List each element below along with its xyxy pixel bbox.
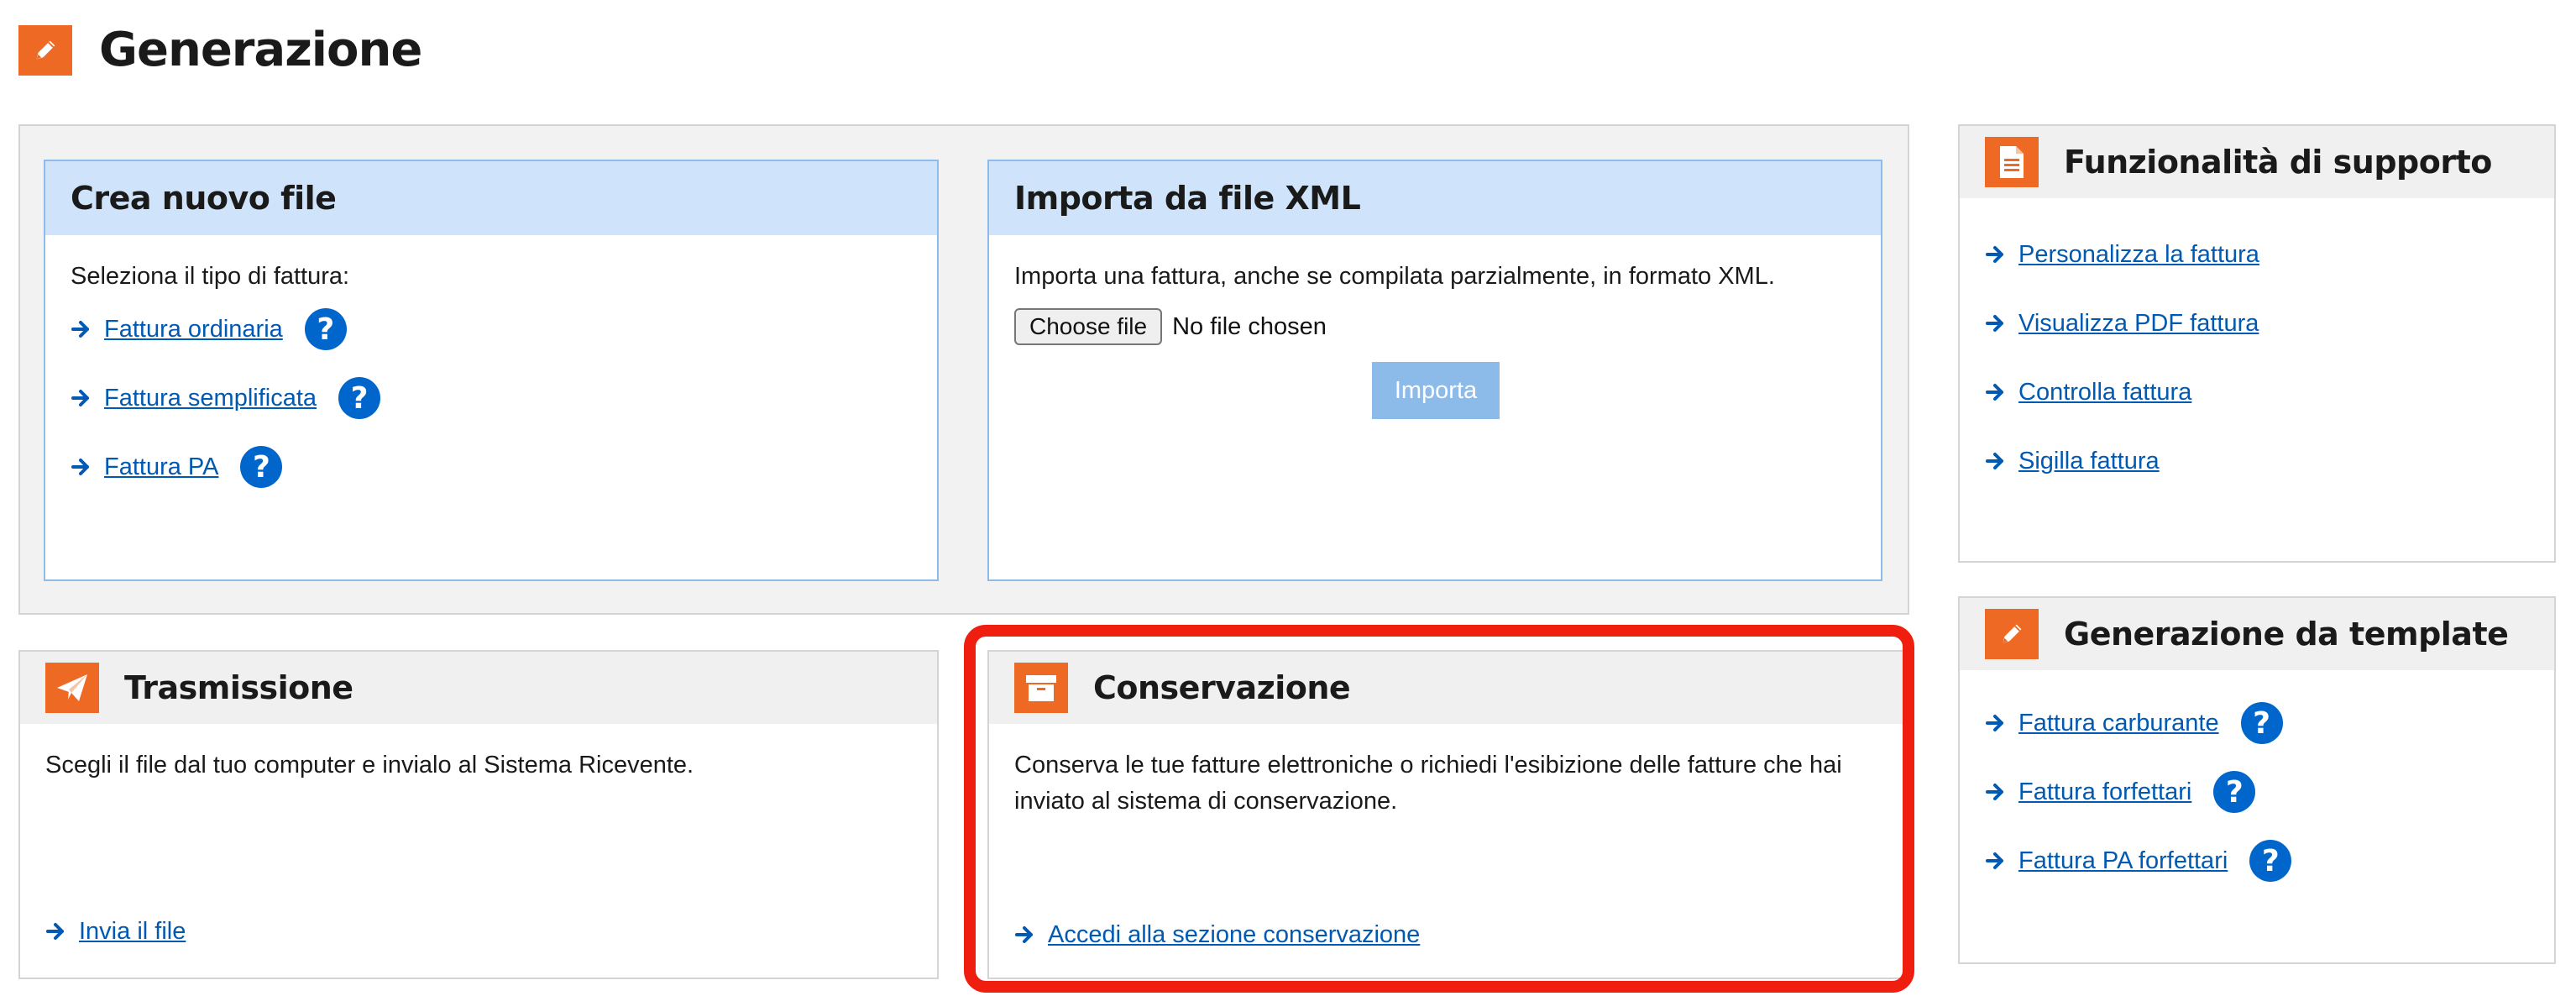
link-row-fattura-ordinaria: Fattura ordinaria ? bbox=[71, 307, 937, 352]
supporto-title: Funzionalità di supporto bbox=[2064, 144, 2492, 181]
template-panel: Generazione da template Fattura carburan… bbox=[1958, 596, 2556, 964]
link-fattura-pa[interactable]: Fattura PA bbox=[104, 453, 218, 481]
crea-panel-header: Crea nuovo file bbox=[45, 161, 937, 235]
file-status-text: No file chosen bbox=[1172, 312, 1327, 340]
pencil-icon bbox=[1985, 609, 2039, 659]
template-title: Generazione da template bbox=[2064, 616, 2509, 653]
link-fattura-semplificata[interactable]: Fattura semplificata bbox=[104, 385, 317, 412]
arrow-right-icon bbox=[1985, 450, 2007, 472]
arrow-right-icon bbox=[1985, 781, 2007, 803]
link-row-fattura-semplificata: Fattura semplificata ? bbox=[71, 375, 937, 421]
link-personalizza-fattura[interactable]: Personalizza la fattura bbox=[2018, 241, 2259, 269]
arrow-right-icon bbox=[71, 387, 92, 409]
arrow-right-icon bbox=[1985, 850, 2007, 872]
link-controlla-fattura[interactable]: Controlla fattura bbox=[2018, 379, 2191, 406]
page-title: Generazione bbox=[99, 23, 422, 77]
arrow-right-icon bbox=[1985, 381, 2007, 403]
link-row-fattura-pa: Fattura PA ? bbox=[71, 444, 937, 490]
help-icon[interactable]: ? bbox=[240, 446, 283, 488]
import-button[interactable]: Importa bbox=[1372, 362, 1500, 419]
help-icon[interactable]: ? bbox=[338, 377, 381, 419]
supporto-header: Funzionalità di supporto bbox=[1960, 126, 2554, 198]
arrow-right-icon bbox=[1985, 244, 2007, 265]
arrow-right-icon bbox=[71, 456, 92, 478]
highlight-box bbox=[964, 625, 1914, 993]
link-fattura-ordinaria[interactable]: Fattura ordinaria bbox=[104, 316, 283, 343]
import-button-wrap: Importa bbox=[1372, 362, 1881, 419]
link-row-personalizza: Personalizza la fattura bbox=[1985, 232, 2554, 277]
link-fattura-pa-forfettari[interactable]: Fattura PA forfettari bbox=[2018, 847, 2228, 875]
document-icon bbox=[1985, 137, 2039, 187]
help-icon[interactable]: ? bbox=[2249, 840, 2292, 882]
arrow-right-icon bbox=[1985, 712, 2007, 734]
help-icon[interactable]: ? bbox=[304, 308, 347, 350]
trasmissione-description: Scegli il file dal tuo computer e invial… bbox=[45, 752, 694, 778]
importa-xml-panel: Importa da file XML Importa una fattura,… bbox=[987, 160, 1882, 581]
trasmissione-title: Trasmissione bbox=[124, 669, 353, 706]
link-fattura-forfettari[interactable]: Fattura forfettari bbox=[2018, 778, 2191, 806]
link-row-controlla: Controlla fattura bbox=[1985, 370, 2554, 415]
link-row-invia-file: Invia il file bbox=[45, 909, 186, 954]
crea-nuovo-file-panel: Crea nuovo file Seleziona il tipo di fat… bbox=[44, 160, 939, 581]
help-icon[interactable]: ? bbox=[2213, 771, 2256, 813]
link-row-sigilla: Sigilla fattura bbox=[1985, 438, 2554, 484]
paper-plane-icon bbox=[45, 663, 99, 713]
link-fattura-carburante[interactable]: Fattura carburante bbox=[2018, 710, 2219, 737]
choose-file-button[interactable]: Choose file bbox=[1014, 308, 1163, 345]
link-invia-file[interactable]: Invia il file bbox=[79, 918, 186, 946]
link-row-pa-forfettari: Fattura PA forfettari ? bbox=[1985, 838, 2554, 883]
arrow-right-icon bbox=[45, 920, 67, 942]
supporto-panel: Funzionalità di supporto Personalizza la… bbox=[1958, 124, 2556, 563]
arrow-right-icon bbox=[1985, 312, 2007, 334]
file-picker: Choose file No file chosen bbox=[1014, 308, 1881, 345]
link-row-visualizza-pdf: Visualizza PDF fattura bbox=[1985, 301, 2554, 346]
link-visualizza-pdf[interactable]: Visualizza PDF fattura bbox=[2018, 310, 2259, 338]
crea-prompt: Seleziona il tipo di fattura: bbox=[71, 263, 350, 290]
importa-panel-header: Importa da file XML bbox=[989, 161, 1881, 235]
trasmissione-header: Trasmissione bbox=[20, 652, 937, 724]
trasmissione-panel: Trasmissione Scegli il file dal tuo comp… bbox=[18, 650, 939, 979]
arrow-right-icon bbox=[71, 318, 92, 340]
link-row-carburante: Fattura carburante ? bbox=[1985, 700, 2554, 746]
link-sigilla-fattura[interactable]: Sigilla fattura bbox=[2018, 448, 2160, 475]
link-row-forfettari: Fattura forfettari ? bbox=[1985, 769, 2554, 815]
help-icon[interactable]: ? bbox=[2240, 702, 2283, 744]
template-header: Generazione da template bbox=[1960, 598, 2554, 670]
pencil-icon bbox=[18, 25, 72, 76]
importa-panel-title: Importa da file XML bbox=[1014, 180, 1361, 217]
crea-panel-title: Crea nuovo file bbox=[71, 180, 337, 217]
importa-description: Importa una fattura, anche se compilata … bbox=[1014, 263, 1775, 290]
